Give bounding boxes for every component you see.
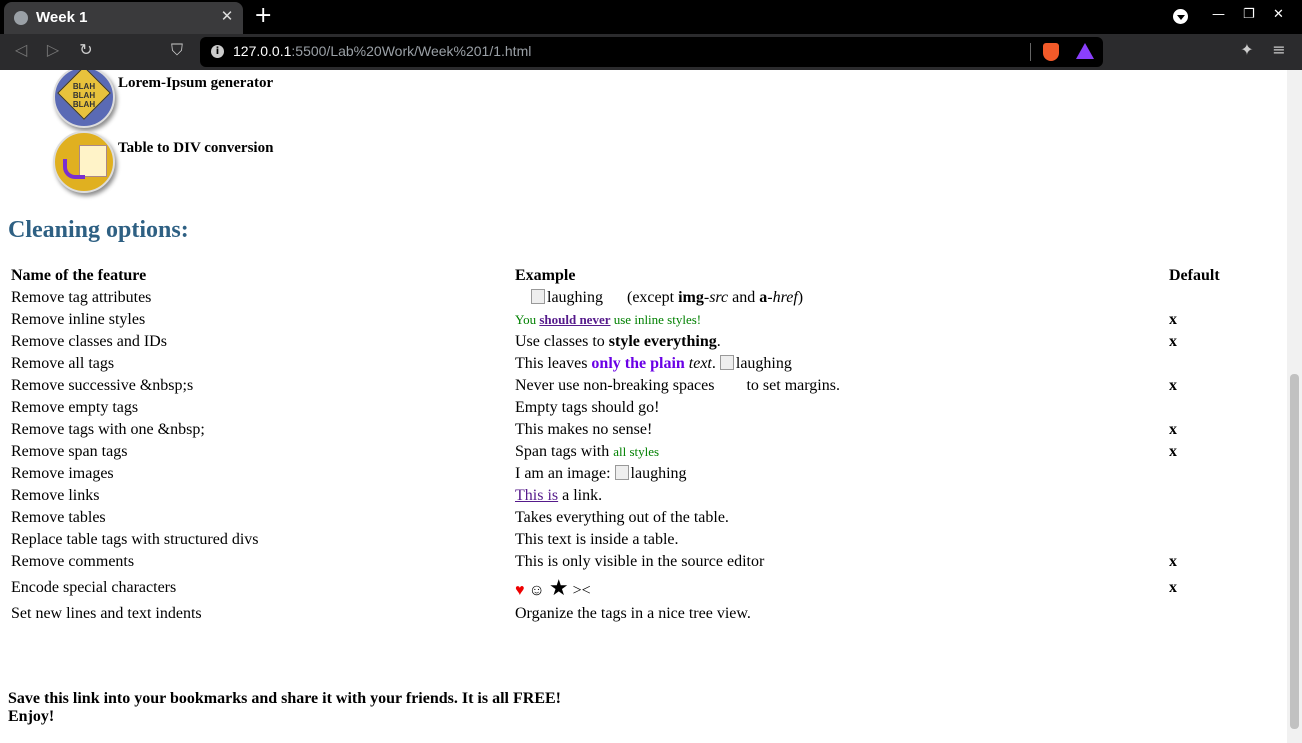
cleaning-options-heading: Cleaning options: [8, 217, 189, 243]
reload-icon[interactable]: ↻ [75, 40, 97, 59]
tab-close-icon[interactable]: ✕ [217, 7, 237, 25]
heart-icon: ♥ [515, 582, 525, 599]
table-row: Remove all tags This leaves only the pla… [10, 354, 1285, 374]
address-bar[interactable]: i 127.0.0.1:5500/Lab%20Work/Week%201/1.h… [200, 37, 1103, 67]
default-cell [1168, 464, 1285, 484]
default-cell [1168, 288, 1285, 308]
footer-text: Save this link into your bookmarks and s… [8, 690, 561, 725]
table-row: Replace table tags with structured divs … [10, 530, 1285, 550]
table-header-row: Name of the feature Example Default [10, 266, 1285, 286]
smiley-icon: ☺ [528, 582, 545, 599]
new-tab-button[interactable]: + [254, 3, 272, 28]
default-cell: x [1169, 311, 1177, 328]
table-to-div-icon [53, 131, 115, 193]
default-cell: x [1169, 553, 1177, 570]
site-info-icon[interactable]: i [211, 45, 224, 58]
example-cell: I am an image: laughing [515, 465, 687, 483]
default-cell [1168, 486, 1285, 506]
feature-table-to-div: Table to DIV conversion [118, 140, 274, 156]
default-cell [1168, 354, 1285, 374]
back-icon[interactable]: ◁ [10, 40, 32, 59]
url-divider [1030, 43, 1031, 61]
page-content: BLAH BLAH BLAH Lorem-Ipsum generator Tab… [0, 70, 1287, 743]
default-cell: x [1169, 333, 1177, 350]
example-cell: You should never use inline styles! [515, 312, 702, 327]
default-cell [1168, 530, 1285, 550]
minimize-button[interactable]: — [1212, 7, 1225, 22]
example-cell: This text is inside a table. [515, 531, 679, 548]
bookmark-icon[interactable]: ⛉ [166, 40, 188, 60]
lorem-ipsum-icon: BLAH BLAH BLAH [53, 70, 115, 128]
brave-shields-icon[interactable] [1043, 43, 1059, 61]
default-cell [1168, 398, 1285, 418]
example-cell: Takes everything out of the table. [515, 509, 729, 526]
example-cell: Empty tags should go! [515, 399, 660, 416]
table-row: Remove links This is a link. [10, 486, 1285, 506]
header-default: Default [1169, 267, 1220, 284]
table-row: Remove tags with one &nbsp; This makes n… [10, 420, 1285, 440]
header-feature: Name of the feature [11, 267, 147, 284]
table-row: Remove tag attributes laughing (except i… [10, 288, 1285, 308]
url-text[interactable]: 127.0.0.1:5500/Lab%20Work/Week%201/1.htm… [233, 43, 531, 59]
example-cell: Use classes to style everything. [515, 333, 721, 350]
menu-icon[interactable]: ≡ [1268, 40, 1290, 59]
tab-title: Week 1 [36, 9, 88, 26]
table-row: Remove empty tags Empty tags should go! [10, 398, 1285, 418]
default-cell [1168, 604, 1285, 624]
default-cell: x [1169, 443, 1177, 460]
default-cell: x [1169, 579, 1177, 596]
example-cell: This makes no sense! [515, 421, 653, 438]
default-cell: x [1169, 421, 1177, 438]
example-cell: This is a link. [515, 487, 603, 504]
browser-toolbar: ◁ ▷ ↻ ⛉ i 127.0.0.1:5500/Lab%20Work/Week… [0, 34, 1302, 70]
close-window-button[interactable]: ✕ [1273, 7, 1284, 22]
cleaning-options-table: Name of the feature Example Default Remo… [8, 264, 1287, 626]
example-cell: ♥ ☺ ★ >< [515, 575, 591, 600]
brave-rewards-icon[interactable] [1076, 43, 1094, 59]
restore-button[interactable]: ❐ [1243, 7, 1255, 22]
inline-style-link[interactable]: should never [539, 312, 610, 327]
table-row: Remove span tags Span tags with all styl… [10, 442, 1285, 462]
example-cell: This is only visible in the source edito… [515, 553, 765, 570]
broken-image: laughing [531, 289, 603, 307]
table-row: Remove tables Takes everything out of th… [10, 508, 1285, 528]
broken-image: laughing [720, 355, 792, 373]
extensions-icon[interactable]: ✦ [1236, 40, 1258, 59]
scrollbar-thumb[interactable] [1290, 374, 1299, 729]
table-row: Remove images I am an image: laughing [10, 464, 1285, 484]
example-cell: Never use non-breaking spaces to set mar… [515, 377, 840, 394]
example-link[interactable]: This is [515, 487, 558, 504]
broken-image: laughing [615, 465, 687, 483]
star-icon: ★ [548, 575, 569, 600]
table-row: Remove inline styles You should never us… [10, 310, 1285, 330]
table-row: Encode special characters ♥ ☺ ★ >< x [10, 574, 1285, 602]
example-cell: This leaves only the plain text. laughin… [515, 355, 792, 373]
example-cell: Span tags with all styles [515, 443, 660, 460]
vertical-scrollbar[interactable] [1287, 70, 1302, 743]
example-cell: Organize the tags in a nice tree view. [515, 605, 751, 622]
table-row: Remove comments This is only visible in … [10, 552, 1285, 572]
default-cell: x [1169, 377, 1177, 394]
feature-lorem-ipsum: Lorem-Ipsum generator [118, 75, 274, 91]
default-cell [1168, 508, 1285, 528]
forward-icon[interactable]: ▷ [42, 40, 64, 59]
header-example: Example [515, 267, 576, 284]
tab-bar: Week 1 ✕ + — ❐ ✕ [0, 0, 1302, 34]
globe-icon [14, 11, 28, 25]
table-row: Remove classes and IDs Use classes to st… [10, 332, 1285, 352]
example-cell: laughing (except img-src and a-href) [514, 288, 1166, 308]
tab-search-dropdown-icon[interactable] [1173, 9, 1188, 24]
table-row: Remove successive &nbsp;s Never use non-… [10, 376, 1285, 396]
table-row: Set new lines and text indents Organize … [10, 604, 1285, 624]
tab-week-1[interactable]: Week 1 ✕ [4, 2, 243, 34]
